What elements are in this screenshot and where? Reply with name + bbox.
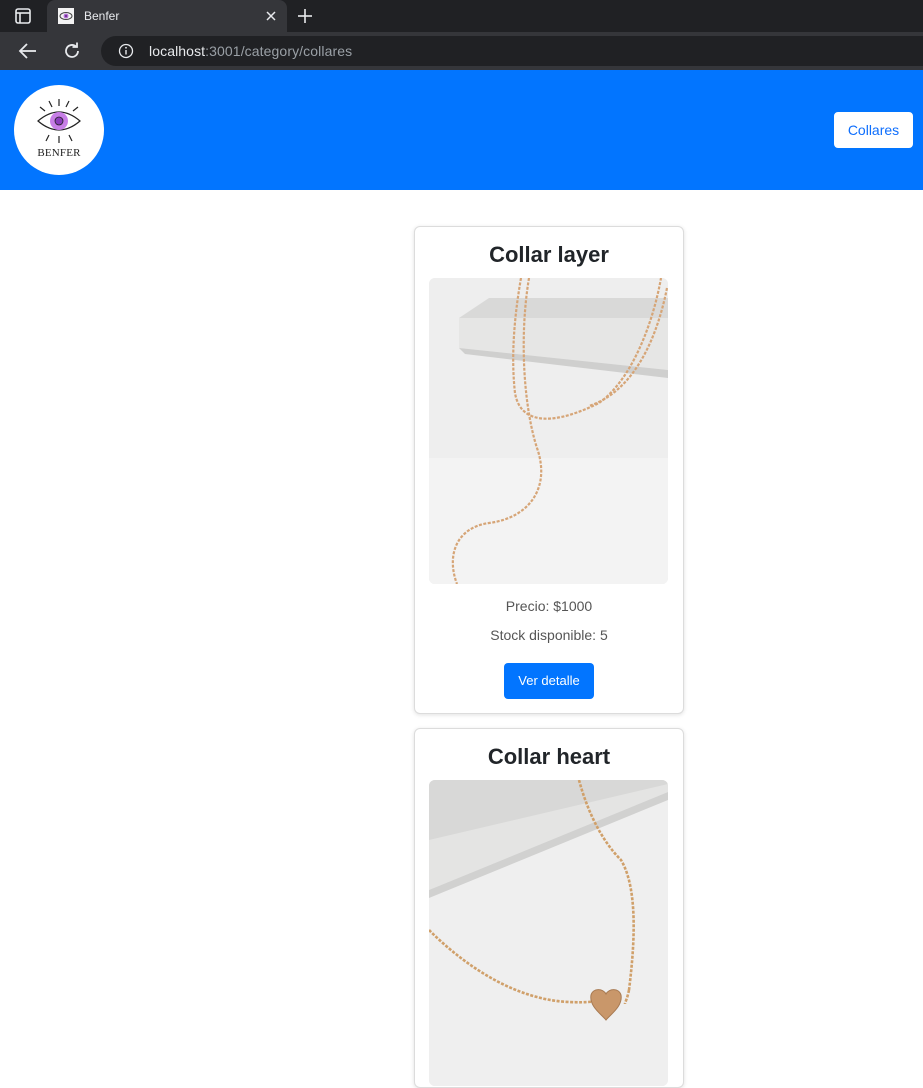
back-arrow-icon[interactable]	[17, 40, 39, 62]
app-header: BENFER Collares	[0, 70, 923, 190]
browser-tab[interactable]: Benfer	[47, 0, 287, 32]
url-path: :3001/category/collares	[205, 43, 353, 59]
site-info-icon[interactable]	[118, 43, 134, 59]
layered-necklace-image	[429, 278, 668, 584]
eye-logo-icon	[37, 99, 81, 143]
reload-icon[interactable]	[61, 40, 83, 62]
category-collares-button[interactable]: Collares	[834, 112, 913, 148]
tab-sidebar-icon[interactable]	[13, 7, 33, 25]
favicon-icon	[58, 8, 74, 24]
logo-text: BENFER	[37, 147, 81, 159]
browser-tabstrip: Benfer	[0, 0, 923, 32]
close-tab-icon[interactable]	[263, 8, 279, 24]
product-title: Collar heart	[487, 744, 611, 769]
new-tab-icon[interactable]	[295, 6, 315, 26]
product-card: Collar heart	[414, 728, 684, 1088]
url-host: localhost	[149, 43, 206, 59]
heart-necklace-image	[429, 780, 668, 1086]
tab-title: Benfer	[84, 9, 120, 23]
product-stock: Stock disponible: 5	[490, 627, 608, 643]
browser-toolbar: localhost:3001/category/collares	[0, 32, 923, 70]
address-bar[interactable]: localhost:3001/category/collares	[101, 36, 923, 66]
product-card: Collar layer Precio: $1000 Stock disponi…	[414, 226, 684, 714]
product-price: Precio: $1000	[505, 598, 593, 614]
url-text: localhost:3001/category/collares	[149, 43, 352, 59]
brand-logo[interactable]: BENFER	[14, 85, 104, 175]
product-title: Collar layer	[489, 242, 609, 267]
product-image	[429, 780, 668, 1086]
view-detail-button[interactable]: Ver detalle	[504, 663, 594, 699]
product-image	[429, 278, 668, 584]
